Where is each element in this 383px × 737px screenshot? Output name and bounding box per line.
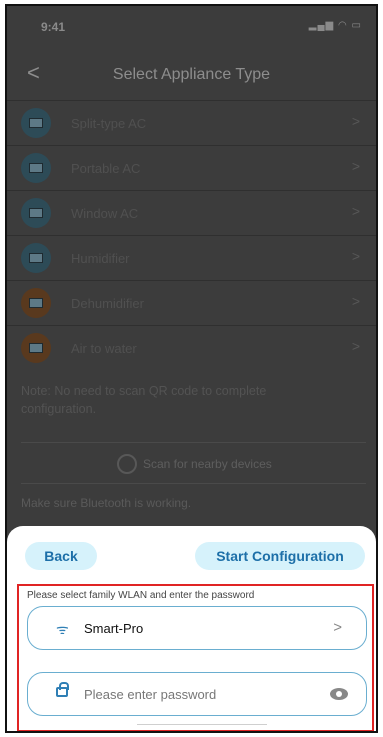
- chevron-right-icon: >: [351, 158, 360, 174]
- scan-label: Scan for nearby devices: [143, 457, 272, 471]
- wlan-config-sheet: Back Start Configuration Please select f…: [7, 526, 376, 731]
- phone-screen: 9:41 ▂▄▆ ◠ ▭ < Select Appliance Type Spl…: [5, 4, 378, 733]
- split-ac-icon: [21, 108, 51, 138]
- password-field[interactable]: Please enter password: [27, 672, 367, 716]
- window-ac-icon: [21, 198, 51, 228]
- appliance-label: Air to water: [71, 341, 137, 356]
- scan-nearby-button[interactable]: Scan for nearby devices: [21, 442, 366, 484]
- wifi-icon: ◠: [338, 20, 348, 31]
- lock-icon: [56, 682, 69, 697]
- chevron-right-icon: >: [351, 338, 360, 354]
- back-button[interactable]: Back: [25, 542, 97, 570]
- highlight-box: Please select family WLAN and enter the …: [17, 584, 374, 731]
- list-item-dehumidifier[interactable]: Dehumidifier >: [7, 280, 376, 325]
- list-item-air-to-water[interactable]: Air to water >: [7, 325, 376, 370]
- page-title: Select Appliance Type: [112, 66, 271, 83]
- appliance-label: Window AC: [71, 206, 139, 221]
- wifi-icon: ᯤ: [56, 621, 69, 637]
- portable-ac-icon: [21, 153, 51, 183]
- home-indicator: [137, 724, 267, 731]
- appliance-label: Dehumidifier: [71, 296, 144, 311]
- list-item-humidifier[interactable]: Humidifier >: [7, 235, 376, 280]
- battery-icon: ▭: [351, 20, 362, 31]
- status-icons: ▂▄▆ ◠ ▭: [309, 20, 362, 31]
- scan-icon: [117, 454, 137, 474]
- status-time: 9:41: [41, 20, 66, 34]
- list-item-split-ac[interactable]: Split-type AC >: [7, 100, 376, 145]
- nav-bar: < Select Appliance Type: [7, 54, 376, 98]
- password-placeholder: Please enter password: [84, 687, 217, 702]
- humidifier-icon: [21, 243, 51, 273]
- chevron-right-icon: >: [333, 619, 342, 636]
- appliance-label: Split-type AC: [71, 116, 147, 131]
- wlan-select[interactable]: ᯤ Smart-Pro >: [27, 606, 367, 650]
- wlan-name: Smart-Pro: [84, 621, 144, 636]
- appliance-label: Humidifier: [71, 251, 130, 266]
- bluetooth-note: Make sure Bluetooth is working.: [21, 496, 192, 510]
- eye-icon[interactable]: [330, 688, 348, 700]
- air-to-water-icon: [21, 333, 51, 363]
- wlan-prompt: Please select family WLAN and enter the …: [27, 590, 255, 601]
- signal-icon: ▂▄▆: [308, 20, 335, 31]
- appliance-label: Portable AC: [71, 161, 141, 176]
- dehumidifier-icon: [21, 288, 51, 318]
- qr-note: Note: No need to scan QR code to complet…: [21, 384, 267, 416]
- appliance-list: Split-type AC > Portable AC > Window AC …: [7, 100, 376, 370]
- chevron-right-icon: >: [351, 248, 360, 264]
- list-item-window-ac[interactable]: Window AC >: [7, 190, 376, 235]
- start-configuration-button[interactable]: Start Configuration: [195, 542, 365, 570]
- list-item-portable-ac[interactable]: Portable AC >: [7, 145, 376, 190]
- status-bar: 9:41 ▂▄▆ ◠ ▭: [7, 6, 376, 46]
- chevron-right-icon: >: [351, 113, 360, 129]
- chevron-right-icon: >: [351, 293, 360, 309]
- chevron-right-icon: >: [351, 203, 360, 219]
